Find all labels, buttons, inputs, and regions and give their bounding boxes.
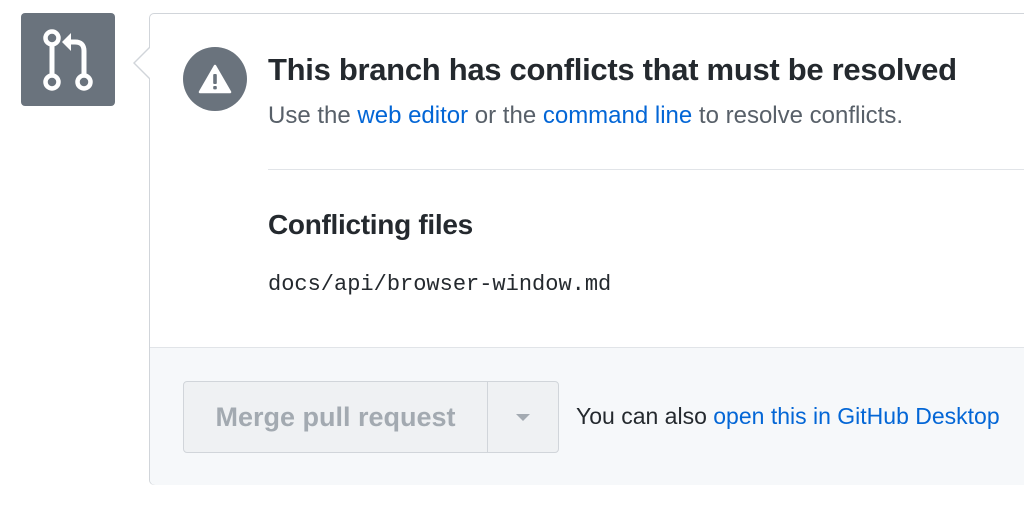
command-line-link[interactable]: command line [543, 102, 692, 129]
alternative-option-text: You can also open this in GitHub Desktop [576, 403, 1000, 430]
alt-prefix: You can also [576, 403, 707, 429]
merge-button-group: Merge pull request [183, 381, 559, 453]
triangle-down-icon [516, 413, 530, 421]
conflicting-files-heading: Conflicting files [268, 209, 473, 240]
web-editor-link[interactable]: web editor [357, 102, 468, 129]
desc-suffix: to resolve conflicts. [698, 102, 904, 129]
alert-triangle-icon [198, 64, 232, 94]
box-pointer-fill [135, 48, 150, 78]
merge-status-box: This branch has conflicts that must be r… [133, 13, 1024, 485]
open-in-desktop-link[interactable]: open this in GitHub Desktop [713, 403, 999, 429]
desc-middle: or the [474, 102, 537, 129]
pull-request-badge [21, 13, 115, 106]
merge-method-dropdown[interactable] [488, 382, 558, 452]
git-pull-request-icon [43, 28, 93, 91]
merge-pull-request-button[interactable]: Merge pull request [184, 382, 488, 452]
desc-prefix: Use the [268, 102, 351, 129]
status-title: This branch has conflicts that must be r… [268, 52, 957, 87]
alert-circle [183, 47, 247, 111]
merge-footer: Merge pull request You can also open thi… [150, 347, 1024, 485]
merge-panel: This branch has conflicts that must be r… [0, 0, 1024, 512]
section-divider [268, 169, 1024, 170]
status-description: Use the web editor or the command line t… [268, 102, 903, 130]
conflicting-file: docs/api/browser-window.md [268, 272, 612, 297]
